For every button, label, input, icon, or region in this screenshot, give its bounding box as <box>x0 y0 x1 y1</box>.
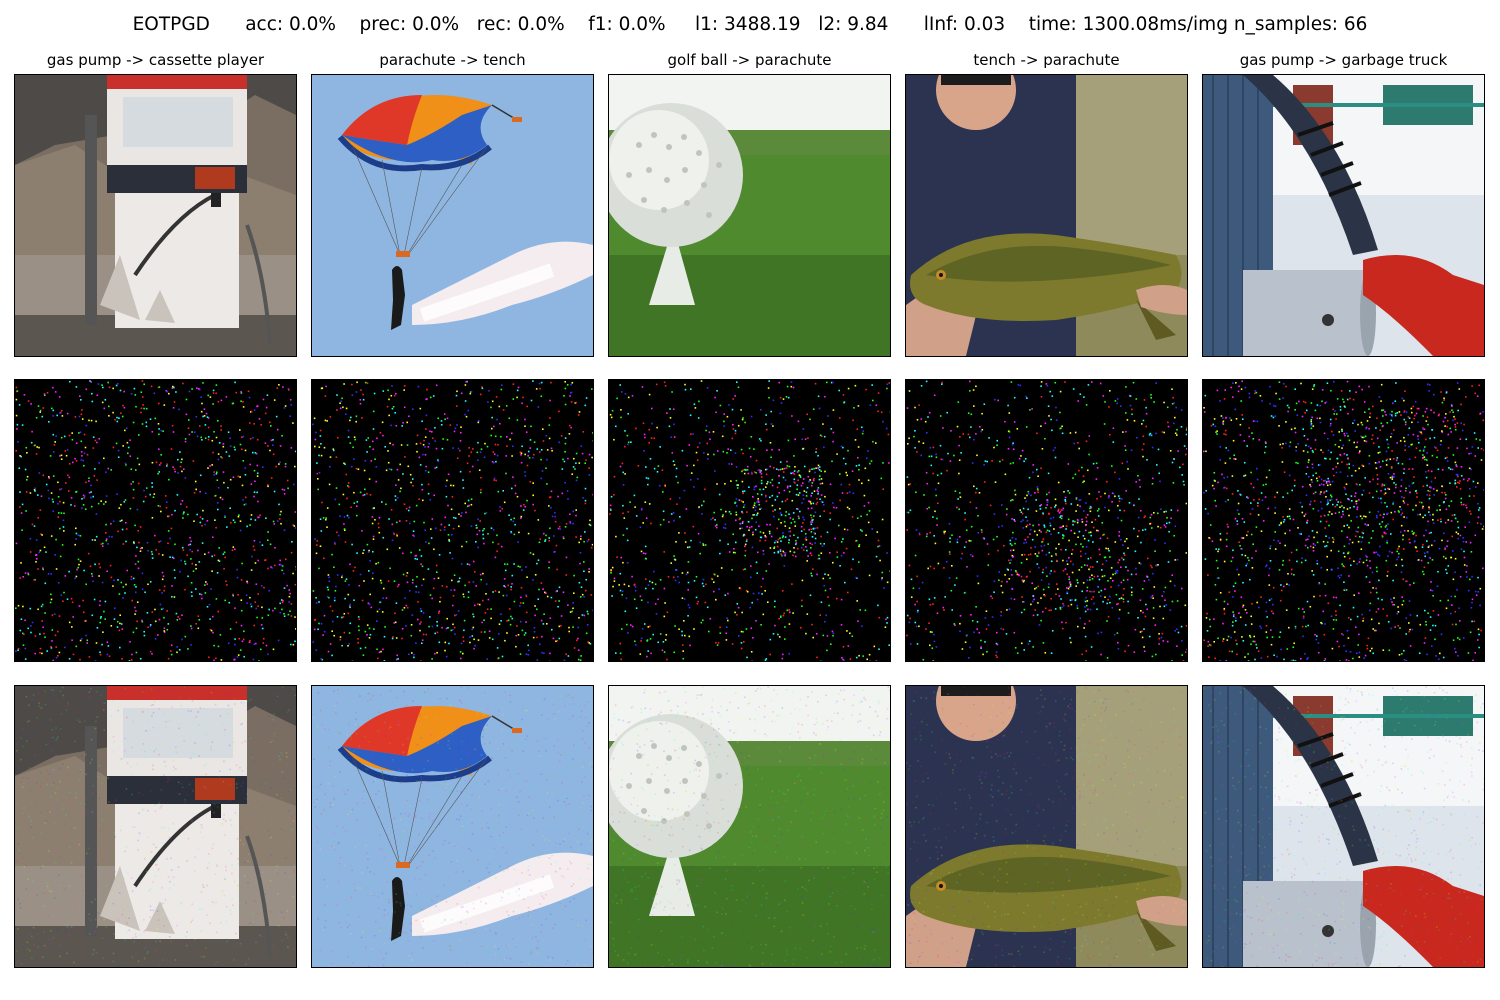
adversarial-image-tench <box>905 685 1188 968</box>
perturbation-picture <box>1203 380 1484 661</box>
adversarial-image-picture <box>312 686 593 967</box>
original-image-golf-ball <box>608 74 891 357</box>
method-name: EOTPGD <box>132 14 210 35</box>
original-image-picture <box>312 75 593 356</box>
metric-n-samples: n_samples: 66 <box>1233 14 1368 35</box>
original-image-picture <box>609 75 890 356</box>
metric-l2: l2: 9.84 <box>818 14 889 35</box>
perturbation-tench <box>905 379 1188 662</box>
adversarial-image-picture <box>15 686 296 967</box>
perturbation-golf-ball <box>608 379 891 662</box>
original-image-picture <box>906 75 1187 356</box>
figure-title: EOTPGD acc: 0.0% prec: 0.0% rec: 0.0% f1… <box>0 14 1500 35</box>
perturbation-gas-pump <box>14 379 297 662</box>
original-image-gas-nozzle <box>1202 74 1485 357</box>
metric-l1: l1: 3488.19 <box>695 14 801 35</box>
perturbation-gas-nozzle <box>1202 379 1485 662</box>
adversarial-image-parachute <box>311 685 594 968</box>
original-image-tench <box>905 74 1188 357</box>
metric-rec: rec: 0.0% <box>476 14 565 35</box>
column-title: tench -> parachute <box>973 51 1120 69</box>
metric-prec: prec: 0.0% <box>359 14 460 35</box>
original-image-parachute <box>311 74 594 357</box>
adversarial-image-golf-ball <box>608 685 891 968</box>
original-image-gas-pump <box>14 74 297 357</box>
adversarial-image-gas-nozzle <box>1202 685 1485 968</box>
perturbation-parachute <box>311 379 594 662</box>
adversarial-image-gas-pump <box>14 685 297 968</box>
original-image-picture <box>1203 75 1484 356</box>
metric-linf: lInf: 0.03 <box>923 14 1006 35</box>
metric-time: time: 1300.08ms/img <box>1028 14 1228 35</box>
original-image-picture <box>15 75 296 356</box>
column-title: parachute -> tench <box>379 51 526 69</box>
adversarial-image-picture <box>1203 686 1484 967</box>
perturbation-picture <box>15 380 296 661</box>
metric-f1: f1: 0.0% <box>588 14 666 35</box>
adversarial-image-picture <box>906 686 1187 967</box>
perturbation-picture <box>609 380 890 661</box>
adversarial-image-picture <box>609 686 890 967</box>
column-title: gas pump -> cassette player <box>46 51 265 69</box>
column-title: golf ball -> parachute <box>667 51 832 69</box>
metric-acc: acc: 0.0% <box>245 14 336 35</box>
perturbation-picture <box>906 380 1187 661</box>
perturbation-picture <box>312 380 593 661</box>
column-title: gas pump -> garbage truck <box>1239 51 1448 69</box>
